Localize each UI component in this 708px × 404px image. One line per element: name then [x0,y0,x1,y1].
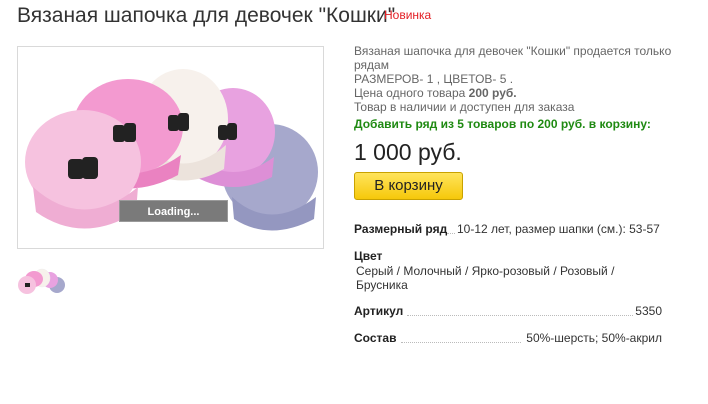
loading-indicator: Loading... [119,200,228,222]
color-value: Серый / Молочный / Ярко-розовый / Розовы… [356,264,615,292]
price-prefix: Цена одного товара [354,86,466,100]
size-value: 10-12 лет, размер шапки (см.): 53-57 [457,222,660,236]
sku-leader [407,315,633,316]
availability-text: Товар в наличии и доступен для заказа [354,100,575,114]
sku-value: 5350 [635,304,662,318]
product-title: Вязаная шапочка для девочек "Кошки" [17,4,396,27]
product-thumbnail[interactable] [17,266,65,296]
composition-value: 50%-шерсть; 50%-акрил [526,331,662,345]
composition-label: Состав [354,331,397,345]
new-badge: Новинка [384,8,432,22]
total-price: 1 000 руб. [354,139,462,165]
add-row-label: Добавить ряд из 5 товаров по 200 руб. в … [354,117,651,131]
size-label: Размерный ряд [354,222,448,236]
unit-price: 200 руб. [468,86,517,100]
size-leader [447,233,455,234]
product-description: Вязаная шапочка для девочек "Кошки" прод… [354,44,704,114]
thumbnail-image [18,268,65,294]
description-line-1: Вязаная шапочка для девочек "Кошки" прод… [354,44,672,72]
product-main-image[interactable]: Loading... [17,46,324,249]
add-to-cart-button[interactable]: В корзину [354,172,463,200]
sku-label: Артикул [354,304,404,318]
description-price-line: Цена одного товара 200 руб. [354,86,704,100]
color-label: Цвет [354,249,383,263]
description-line-2: РАЗМЕРОВ- 1 , ЦВЕТОВ- 5 . [354,72,514,86]
composition-leader [401,342,521,343]
